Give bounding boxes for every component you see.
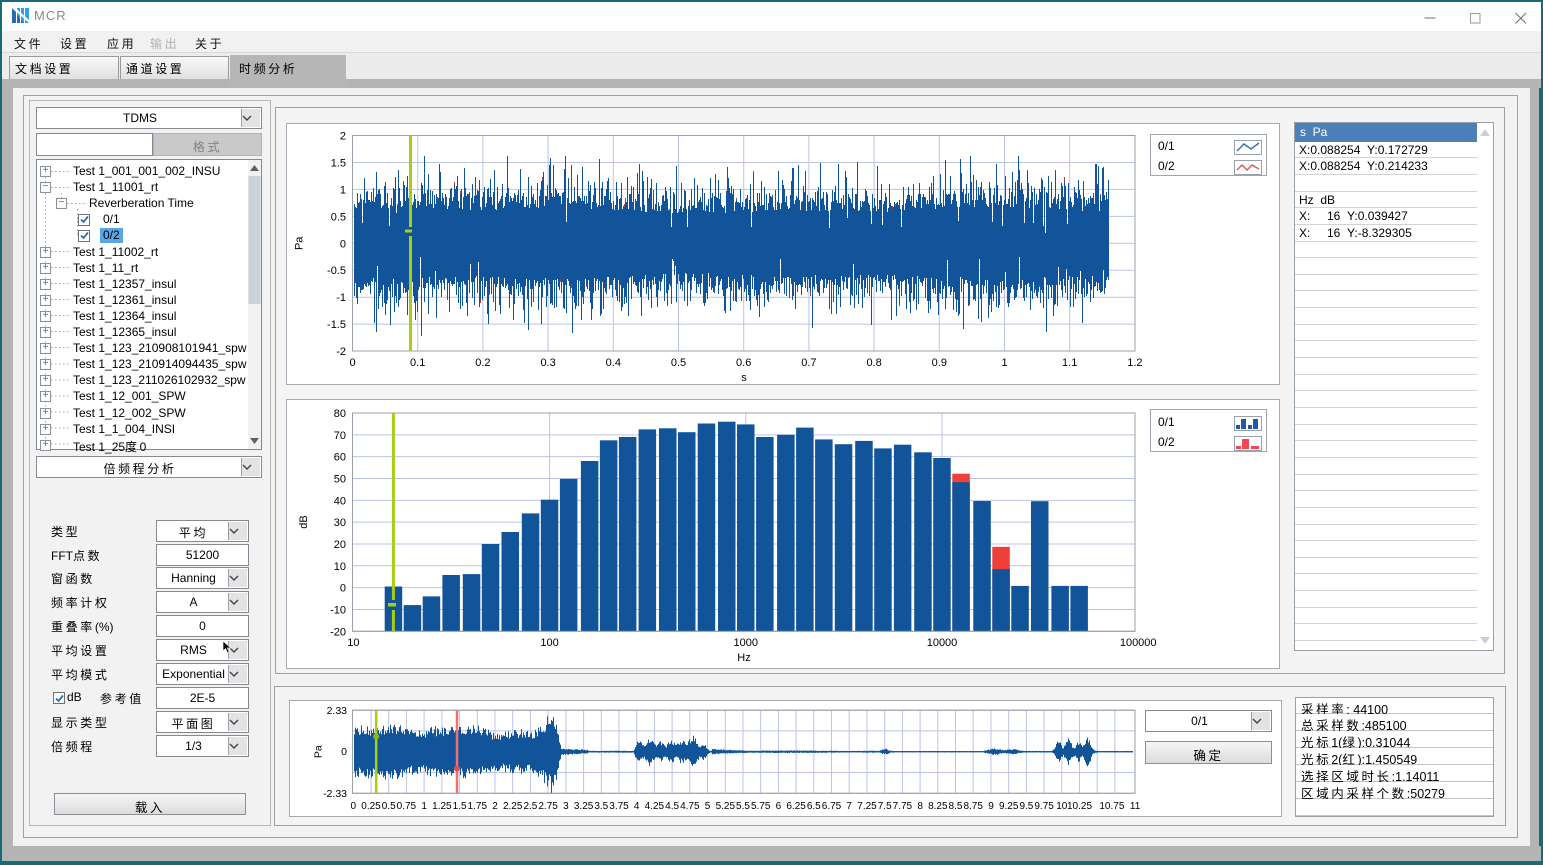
svg-text:4.75: 4.75 xyxy=(680,801,700,812)
svg-text:2.75: 2.75 xyxy=(538,801,558,812)
svg-text:0.9: 0.9 xyxy=(932,357,947,369)
svg-text:1.5: 1.5 xyxy=(331,157,346,169)
svg-text:100: 100 xyxy=(540,637,558,649)
svg-text:2.5: 2.5 xyxy=(523,801,537,812)
svg-text:60: 60 xyxy=(334,452,346,464)
svg-text:0.7: 0.7 xyxy=(801,357,816,369)
svg-text:-10: -10 xyxy=(330,605,346,617)
svg-text:0.5: 0.5 xyxy=(671,357,686,369)
svg-text:1.1: 1.1 xyxy=(1062,357,1077,369)
svg-text:7.75: 7.75 xyxy=(893,801,913,812)
svg-text:10000: 10000 xyxy=(927,637,958,649)
svg-text:0: 0 xyxy=(349,357,355,369)
svg-text:1.2: 1.2 xyxy=(1127,357,1142,369)
svg-text:1: 1 xyxy=(421,801,427,812)
svg-text:8.5: 8.5 xyxy=(949,801,963,812)
svg-text:2.33: 2.33 xyxy=(327,705,348,717)
svg-text:Hz: Hz xyxy=(737,652,750,664)
svg-text:4: 4 xyxy=(634,801,640,812)
svg-text:5.75: 5.75 xyxy=(751,801,771,812)
svg-text:9.75: 9.75 xyxy=(1034,801,1054,812)
svg-text:20: 20 xyxy=(334,539,346,551)
svg-text:6: 6 xyxy=(776,801,782,812)
svg-text:5.5: 5.5 xyxy=(736,801,750,812)
svg-text:7.5: 7.5 xyxy=(878,801,892,812)
svg-text:0.75: 0.75 xyxy=(397,801,417,812)
svg-text:4.5: 4.5 xyxy=(665,801,679,812)
svg-text:6.5: 6.5 xyxy=(807,801,821,812)
svg-text:3.5: 3.5 xyxy=(594,801,608,812)
svg-text:-1: -1 xyxy=(336,292,346,304)
svg-text:0.25: 0.25 xyxy=(361,801,381,812)
svg-text:1000: 1000 xyxy=(734,637,758,649)
svg-text:1.75: 1.75 xyxy=(468,801,488,812)
svg-text:3.75: 3.75 xyxy=(609,801,629,812)
svg-text:7: 7 xyxy=(846,801,852,812)
svg-text:1.25: 1.25 xyxy=(432,801,452,812)
svg-text:0: 0 xyxy=(340,583,346,595)
svg-text:s: s xyxy=(741,372,747,384)
svg-text:1.5: 1.5 xyxy=(453,801,467,812)
svg-text:2: 2 xyxy=(340,131,346,143)
svg-text:1: 1 xyxy=(340,184,346,196)
svg-text:40: 40 xyxy=(334,495,346,507)
svg-text:10: 10 xyxy=(334,561,346,573)
svg-text:-2.33: -2.33 xyxy=(323,788,347,800)
svg-text:100000: 100000 xyxy=(1120,637,1157,649)
svg-text:80: 80 xyxy=(334,408,346,420)
svg-text:Pa: Pa xyxy=(294,236,306,250)
svg-text:0: 0 xyxy=(341,746,347,758)
svg-text:0: 0 xyxy=(340,238,346,250)
svg-text:8.25: 8.25 xyxy=(928,801,948,812)
svg-text:0.6: 0.6 xyxy=(736,357,751,369)
svg-text:30: 30 xyxy=(334,517,346,529)
svg-text:0.8: 0.8 xyxy=(866,357,881,369)
svg-text:dB: dB xyxy=(298,515,310,528)
svg-text:1: 1 xyxy=(1001,357,1007,369)
svg-text:70: 70 xyxy=(334,430,346,442)
svg-text:4.25: 4.25 xyxy=(645,801,665,812)
svg-text:-2: -2 xyxy=(336,346,346,358)
svg-text:5: 5 xyxy=(705,801,711,812)
svg-text:3.25: 3.25 xyxy=(574,801,594,812)
svg-text:-1.5: -1.5 xyxy=(327,319,346,331)
svg-text:0.5: 0.5 xyxy=(331,211,346,223)
svg-text:10.75: 10.75 xyxy=(1099,801,1124,812)
svg-text:10: 10 xyxy=(347,637,359,649)
svg-text:0.4: 0.4 xyxy=(606,357,621,369)
svg-text:0.3: 0.3 xyxy=(540,357,555,369)
svg-text:7.25: 7.25 xyxy=(857,801,877,812)
svg-text:9.5: 9.5 xyxy=(1019,801,1033,812)
svg-text:11: 11 xyxy=(1130,801,1141,812)
svg-text:9: 9 xyxy=(988,801,994,812)
svg-text:50: 50 xyxy=(334,474,346,486)
svg-text:9.25: 9.25 xyxy=(999,801,1019,812)
svg-text:5.25: 5.25 xyxy=(716,801,736,812)
svg-text:0.1: 0.1 xyxy=(410,357,425,369)
svg-text:6.75: 6.75 xyxy=(822,801,842,812)
svg-text:-20: -20 xyxy=(330,626,346,638)
svg-text:0: 0 xyxy=(351,801,357,812)
svg-text:0.2: 0.2 xyxy=(475,357,490,369)
svg-text:2: 2 xyxy=(492,801,498,812)
svg-text:10.25: 10.25 xyxy=(1067,801,1092,812)
svg-text:2.25: 2.25 xyxy=(503,801,523,812)
svg-text:6.25: 6.25 xyxy=(786,801,806,812)
svg-text:8: 8 xyxy=(917,801,923,812)
svg-text:0.5: 0.5 xyxy=(382,801,396,812)
svg-text:Pa: Pa xyxy=(312,745,324,758)
svg-text:3: 3 xyxy=(563,801,569,812)
svg-text:-0.5: -0.5 xyxy=(327,265,346,277)
svg-text:8.75: 8.75 xyxy=(963,801,983,812)
